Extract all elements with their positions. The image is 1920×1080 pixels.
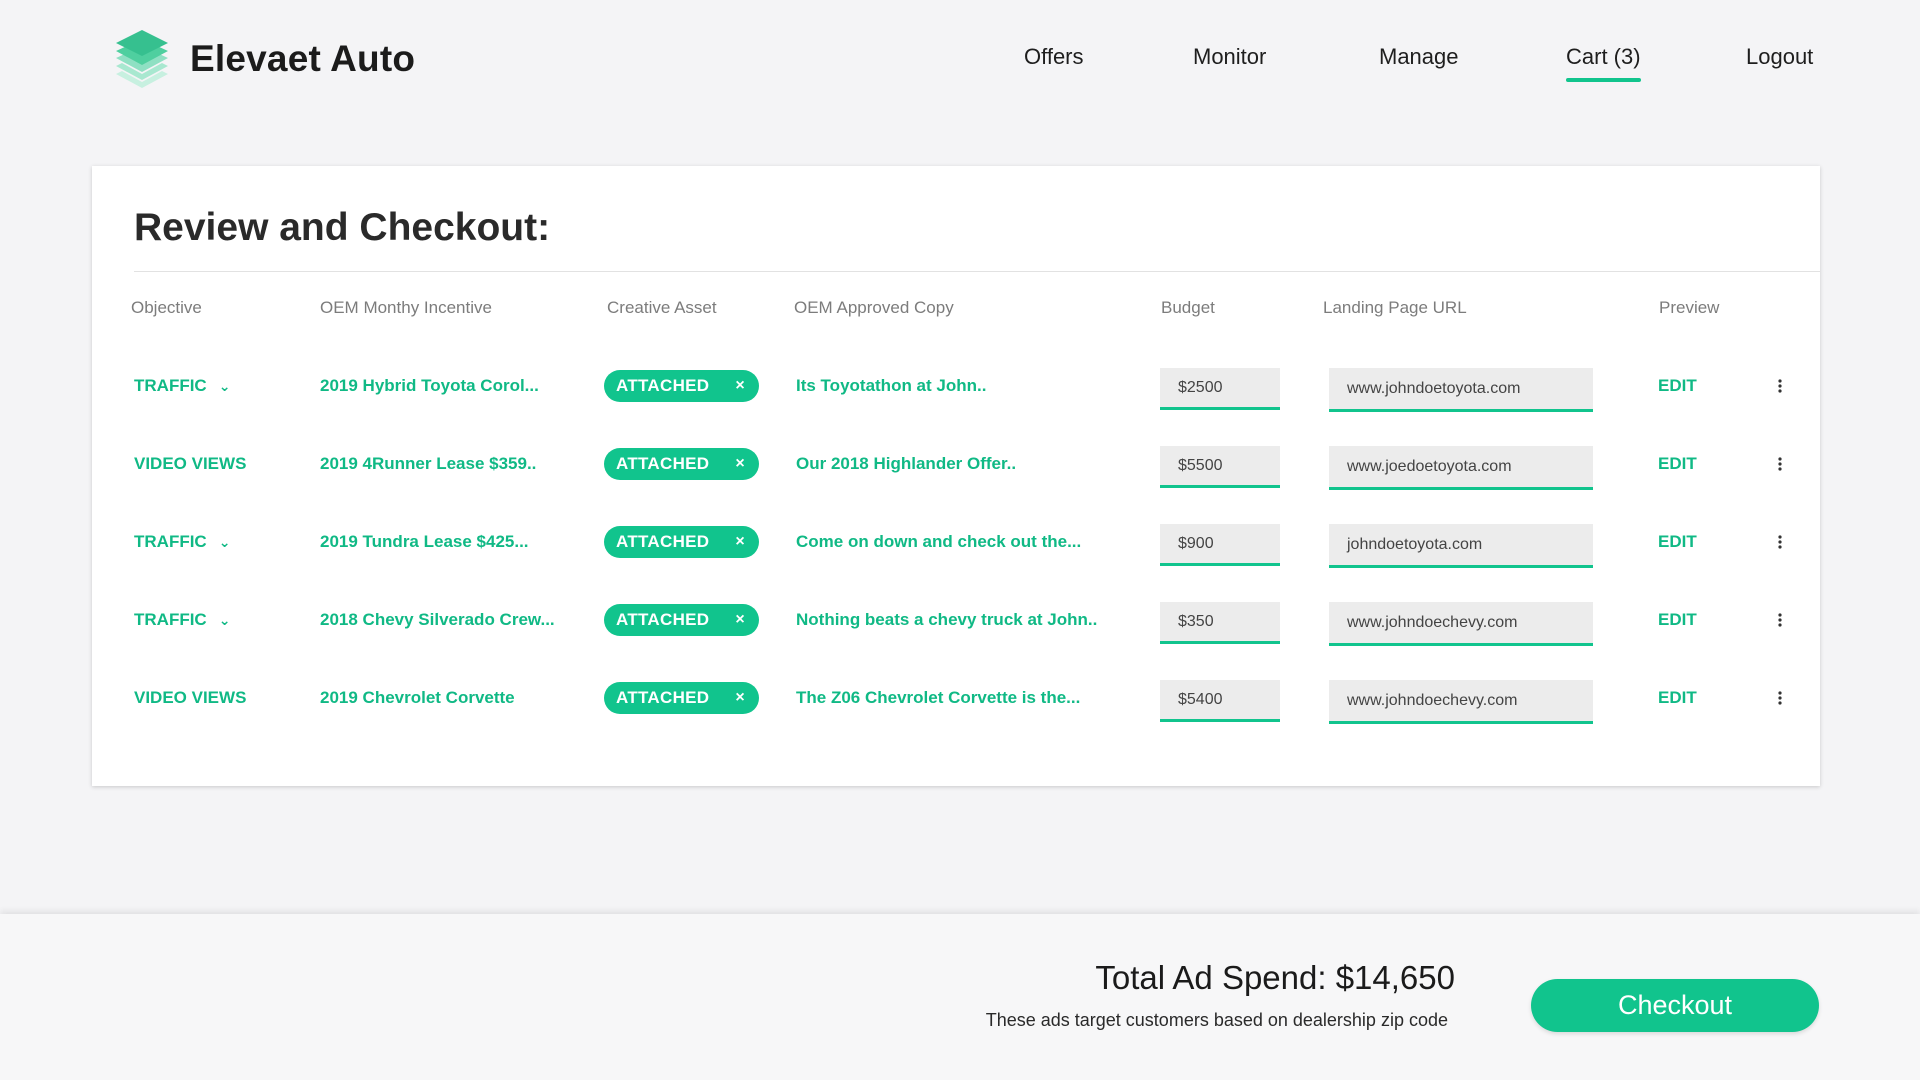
landing-url-input[interactable]: www.johndoetoyota.com (1329, 368, 1593, 412)
checkout-card: Review and Checkout: Objective OEM Month… (92, 166, 1820, 786)
title-divider (134, 271, 1820, 272)
approved-copy-link[interactable]: The Z06 Chevrolet Corvette is the... (796, 668, 1080, 728)
edit-link[interactable]: EDIT (1658, 668, 1697, 728)
objective-label: TRAFFIC (134, 376, 207, 395)
attached-badge: ATTACHED × (604, 370, 760, 402)
top-header: Elevaet Auto Offers Monitor Manage Cart … (0, 0, 1920, 120)
attached-label: ATTACHED (616, 532, 710, 551)
attached-badge: ATTACHED × (604, 526, 760, 558)
objective-select[interactable]: VIDEO VIEWS (134, 434, 246, 494)
more-vertical-icon[interactable] (1774, 668, 1786, 728)
budget-input[interactable]: $350 (1160, 602, 1280, 644)
approved-copy-link[interactable]: Nothing beats a chevy truck at John.. (796, 590, 1097, 650)
budget-input[interactable]: $5500 (1160, 446, 1280, 488)
header-incentive: OEM Monthy Incentive (320, 298, 492, 317)
header-creative-asset: Creative Asset (607, 298, 717, 317)
landing-url-input[interactable]: johndoetoyota.com (1329, 524, 1593, 568)
checkout-button[interactable]: Checkout (1531, 979, 1819, 1032)
more-vertical-icon[interactable] (1774, 512, 1786, 572)
objective-label: VIDEO VIEWS (134, 688, 247, 707)
budget-input[interactable]: $900 (1160, 524, 1280, 566)
incentive-link[interactable]: 2018 Chevy Silverado Crew... (320, 590, 555, 650)
header-objective: Objective (131, 298, 202, 317)
edit-link[interactable]: EDIT (1658, 590, 1697, 650)
table-row: TRAFFIC ⌄ 2019 Hybrid Toyota Corol... AT… (92, 356, 1820, 416)
landing-url-input[interactable]: www.johndoechevy.com (1329, 680, 1593, 724)
close-icon[interactable]: × (735, 377, 745, 395)
close-icon[interactable]: × (735, 455, 745, 473)
creative-asset-cell: ATTACHED × (604, 356, 760, 416)
nav-monitor[interactable]: Monitor (1193, 44, 1266, 70)
header-approved-copy: OEM Approved Copy (794, 298, 954, 317)
objective-label: TRAFFIC (134, 610, 207, 629)
objective-select[interactable]: TRAFFIC ⌄ (134, 356, 230, 416)
attached-label: ATTACHED (616, 610, 710, 629)
approved-copy-link[interactable]: Its Toyotathon at John.. (796, 356, 986, 416)
total-ad-spend: Total Ad Spend: $14,650 (1095, 959, 1455, 996)
attached-label: ATTACHED (616, 688, 710, 707)
table-row: VIDEO VIEWS 2019 4Runner Lease $359.. AT… (92, 434, 1820, 494)
more-vertical-icon[interactable] (1774, 434, 1786, 494)
header-landing-url: Landing Page URL (1323, 298, 1467, 317)
chevron-down-icon: ⌄ (218, 533, 231, 550)
objective-select[interactable]: VIDEO VIEWS (134, 668, 246, 728)
edit-link[interactable]: EDIT (1658, 512, 1697, 572)
table-row: TRAFFIC ⌄ 2018 Chevy Silverado Crew... A… (92, 590, 1820, 650)
chevron-down-icon: ⌄ (218, 377, 231, 394)
incentive-link[interactable]: 2019 4Runner Lease $359.. (320, 434, 536, 494)
close-icon[interactable]: × (735, 611, 745, 629)
creative-asset-cell: ATTACHED × (604, 434, 760, 494)
page-title: Review and Checkout: (134, 206, 551, 249)
more-vertical-icon[interactable] (1774, 356, 1786, 416)
attached-badge: ATTACHED × (604, 682, 760, 714)
objective-label: TRAFFIC (134, 532, 207, 551)
creative-asset-cell: ATTACHED × (604, 512, 760, 572)
attached-badge: ATTACHED × (604, 448, 760, 480)
creative-asset-cell: ATTACHED × (604, 590, 760, 650)
objective-label: VIDEO VIEWS (134, 454, 247, 473)
landing-url-input[interactable]: www.johndoechevy.com (1329, 602, 1593, 646)
targeting-note: These ads target customers based on deal… (985, 1010, 1448, 1030)
nav-manage[interactable]: Manage (1379, 44, 1459, 70)
landing-url-input[interactable]: www.joedoetoyota.com (1329, 446, 1593, 490)
nav-offers[interactable]: Offers (1024, 44, 1084, 70)
attached-label: ATTACHED (616, 454, 710, 473)
edit-link[interactable]: EDIT (1658, 434, 1697, 494)
more-vertical-icon[interactable] (1774, 590, 1786, 650)
objective-select[interactable]: TRAFFIC ⌄ (134, 590, 230, 650)
close-icon[interactable]: × (735, 689, 745, 707)
table-row: TRAFFIC ⌄ 2019 Tundra Lease $425... ATTA… (92, 512, 1820, 572)
incentive-link[interactable]: 2019 Chevrolet Corvette (320, 668, 515, 728)
nav-logout[interactable]: Logout (1746, 44, 1813, 70)
close-icon[interactable]: × (735, 533, 745, 551)
checkout-footer: Total Ad Spend: $14,650 These ads target… (0, 914, 1920, 1080)
chevron-down-icon: ⌄ (218, 611, 231, 628)
nav-cart[interactable]: Cart (3) (1566, 44, 1641, 82)
approved-copy-link[interactable]: Our 2018 Highlander Offer.. (796, 434, 1016, 494)
approved-copy-link[interactable]: Come on down and check out the... (796, 512, 1081, 572)
header-budget: Budget (1161, 298, 1215, 317)
main-nav: Offers Monitor Manage Cart (3) Logout (0, 44, 1920, 84)
budget-input[interactable]: $5400 (1160, 680, 1280, 722)
creative-asset-cell: ATTACHED × (604, 668, 760, 728)
attached-badge: ATTACHED × (604, 604, 760, 636)
attached-label: ATTACHED (616, 376, 710, 395)
header-preview: Preview (1659, 298, 1720, 317)
budget-input[interactable]: $2500 (1160, 368, 1280, 410)
incentive-link[interactable]: 2019 Hybrid Toyota Corol... (320, 356, 539, 416)
incentive-link[interactable]: 2019 Tundra Lease $425... (320, 512, 529, 572)
objective-select[interactable]: TRAFFIC ⌄ (134, 512, 230, 572)
table-row: VIDEO VIEWS 2019 Chevrolet Corvette ATTA… (92, 668, 1820, 728)
edit-link[interactable]: EDIT (1658, 356, 1697, 416)
